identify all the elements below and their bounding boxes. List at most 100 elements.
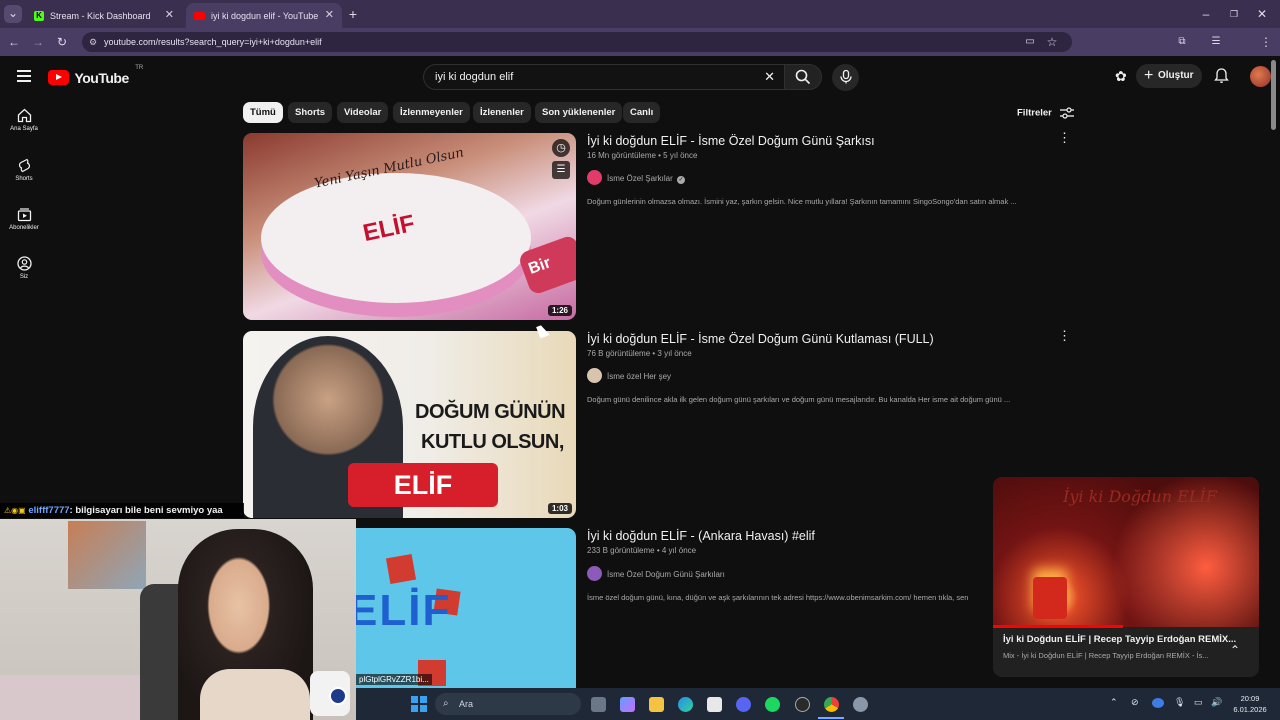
channel-avatar[interactable]: [587, 566, 602, 581]
copilot-icon[interactable]: [620, 697, 635, 712]
discord-icon[interactable]: [736, 697, 751, 712]
chat-badges-icon: ⚠◉▣: [4, 506, 26, 515]
create-button[interactable]: + Oluştur: [1136, 64, 1202, 88]
video-title[interactable]: İyi ki doğdun ELİF - İsme Özel Doğum Gün…: [587, 332, 934, 346]
chip-shorts[interactable]: Shorts: [288, 102, 333, 123]
clock-date: 6.01.2026: [1233, 705, 1267, 714]
video-thumbnail[interactable]: DOĞUM GÜNÜN KUTLU OLSUN, ELİF 1:03: [243, 331, 576, 518]
sidebar-item-subscriptions[interactable]: Abonelikler: [0, 207, 48, 231]
restore-icon[interactable]: ❐: [1226, 6, 1242, 22]
browser-tab-bar: ⌄ K Stream - Kick Dashboard ✕ iyi ki dog…: [0, 0, 1280, 28]
premium-pin-icon[interactable]: ✿: [1115, 68, 1127, 85]
video-description: İsme özel doğum günü, kına, düğün ve aşk…: [587, 593, 969, 602]
active-app-indicator: [818, 717, 844, 719]
chrome-icon[interactable]: [824, 697, 839, 712]
channel-avatar[interactable]: [587, 170, 602, 185]
sidebar-item-you[interactable]: Siz: [0, 256, 48, 280]
reading-list-icon[interactable]: ☰: [1208, 34, 1224, 50]
search-input[interactable]: iyi ki dogdun elif ✕: [423, 64, 785, 90]
taskbar-search-placeholder: Ara: [459, 699, 474, 709]
video-title[interactable]: İyi ki doğdun ELİF - (Ankara Havası) #el…: [587, 529, 815, 543]
site-info-icon[interactable]: ⚙: [89, 32, 97, 52]
candle-image: [1033, 577, 1067, 619]
close-tab-icon[interactable]: ✕: [165, 8, 174, 21]
obs-icon[interactable]: [795, 697, 810, 712]
chip-unwatched[interactable]: İzlenmeyenler: [393, 102, 470, 123]
miniplayer-title: İyi ki Doğdun ELİF | Recep Tayyip Erdoğa…: [1003, 634, 1237, 645]
user-icon: [16, 256, 32, 271]
miniplayer-subtitle: Mix - İyi ki Doğdun ELİF | Recep Tayyip …: [1003, 651, 1209, 660]
tray-app-icon[interactable]: [1152, 698, 1164, 708]
chip-videos[interactable]: Videolar: [337, 102, 389, 123]
url-text: youtube.com/results?search_query=iyi+ki+…: [104, 37, 322, 47]
settings-gear-icon[interactable]: [853, 697, 868, 712]
more-actions-icon[interactable]: ⋮: [1058, 131, 1071, 144]
channel-name[interactable]: İsme Özel Doğum Günü Şarkıları: [607, 570, 725, 579]
add-to-queue-icon[interactable]: ☰: [552, 161, 570, 179]
close-tab-icon[interactable]: ✕: [325, 8, 334, 21]
tab-youtube[interactable]: iyi ki dogdun elif - YouTube ✕: [186, 3, 342, 28]
filters-label: Filtreler: [1017, 107, 1052, 119]
tray-network-off-icon[interactable]: ⊘: [1131, 697, 1139, 708]
address-bar[interactable]: ⚙ youtube.com/results?search_query=iyi+k…: [82, 32, 1072, 52]
sidebar-item-home[interactable]: Ana Sayfa: [0, 108, 48, 132]
windows-start-icon[interactable]: [411, 696, 427, 712]
video-thumbnail[interactable]: Yeni Yaşın Mutlu Olsun ELİF Bir ◷ ☰ 1:26: [243, 133, 576, 320]
chip-watched[interactable]: İzlenenler: [473, 102, 531, 123]
notifications-bell-icon[interactable]: [1214, 68, 1229, 89]
streamer-shirt: [200, 669, 310, 720]
taskbar-search[interactable]: ⌕ Ara: [435, 693, 581, 715]
taskbar-clock[interactable]: 20:09 6.01.2026: [1232, 693, 1268, 715]
filters-button[interactable]: Filtreler: [1017, 107, 1074, 119]
youtube-logo[interactable]: YouTube TR: [48, 65, 143, 86]
tray-mic-icon[interactable]: 🎙: [1174, 697, 1185, 708]
new-tab-button[interactable]: +: [345, 6, 361, 22]
store-icon[interactable]: [707, 697, 722, 712]
voice-search-button[interactable]: [832, 64, 859, 91]
search-input-value: iyi ki dogdun elif: [435, 71, 514, 83]
tray-volume-icon[interactable]: 🔊: [1211, 697, 1222, 708]
tab-kick-dashboard[interactable]: K Stream - Kick Dashboard ✕: [26, 3, 182, 28]
sidebar-item-shorts[interactable]: Shorts: [0, 158, 48, 182]
task-view-icon[interactable]: [591, 697, 606, 712]
miniplayer[interactable]: İyi ki Doğdun ELİF İyi ki Doğdun ELİF | …: [993, 477, 1259, 677]
plus-icon: +: [1144, 67, 1154, 84]
browser-menu-icon[interactable]: ⋮: [1258, 34, 1274, 50]
clear-search-icon[interactable]: ✕: [764, 65, 775, 89]
search-icon: ⌕: [443, 698, 449, 709]
channel-avatar[interactable]: [587, 368, 602, 383]
more-actions-icon[interactable]: ⋮: [1058, 329, 1071, 342]
back-icon[interactable]: ←: [6, 34, 22, 50]
channel-name[interactable]: İsme özel Her şey: [607, 372, 671, 381]
expand-miniplayer-icon[interactable]: ⌃: [1230, 643, 1240, 657]
file-explorer-icon[interactable]: [649, 697, 664, 712]
tab-list-button[interactable]: ⌄: [4, 5, 22, 23]
tab-label: iyi ki dogdun elif - YouTube: [211, 10, 319, 21]
bookmark-star-icon[interactable]: ☆: [1044, 34, 1060, 50]
account-avatar[interactable]: [1250, 66, 1271, 87]
channel-name[interactable]: İsme Özel Şarkılar ✓: [607, 174, 686, 184]
page-scrollbar[interactable]: [1271, 60, 1276, 130]
webcam-caption: plGtplGRvZZR1bi...: [356, 674, 432, 685]
channel-name-text: İsme Özel Şarkılar: [607, 174, 673, 183]
video-title[interactable]: İyi ki doğdun ELİF - İsme Özel Doğum Gün…: [587, 134, 875, 148]
forward-icon[interactable]: →: [30, 34, 46, 50]
video-meta: 76 B görüntüleme • 3 yıl önce: [587, 349, 692, 358]
chip-all[interactable]: Tümü: [243, 102, 283, 123]
sidebar-label: Shorts: [15, 176, 33, 182]
chip-live[interactable]: Canlı: [623, 102, 661, 123]
reload-icon[interactable]: ↻: [54, 34, 70, 50]
window-close-icon[interactable]: ✕: [1254, 6, 1270, 22]
chip-recently-uploaded[interactable]: Son yüklenenler: [535, 102, 623, 123]
tray-display-icon[interactable]: ▭: [1194, 697, 1203, 708]
watch-later-icon[interactable]: ◷: [552, 139, 570, 157]
minimize-icon[interactable]: –: [1198, 6, 1214, 22]
thumbnail-text: DOĞUM GÜNÜN: [415, 401, 566, 423]
tray-overflow-icon[interactable]: ⌃: [1110, 697, 1118, 708]
extensions-puzzle-icon[interactable]: ⧉: [1174, 34, 1190, 50]
edge-icon[interactable]: [678, 697, 693, 712]
spotify-icon[interactable]: [765, 697, 780, 712]
cast-icon[interactable]: ▭: [1022, 34, 1038, 50]
hamburger-menu-icon[interactable]: [17, 70, 31, 82]
search-button[interactable]: [784, 64, 822, 90]
